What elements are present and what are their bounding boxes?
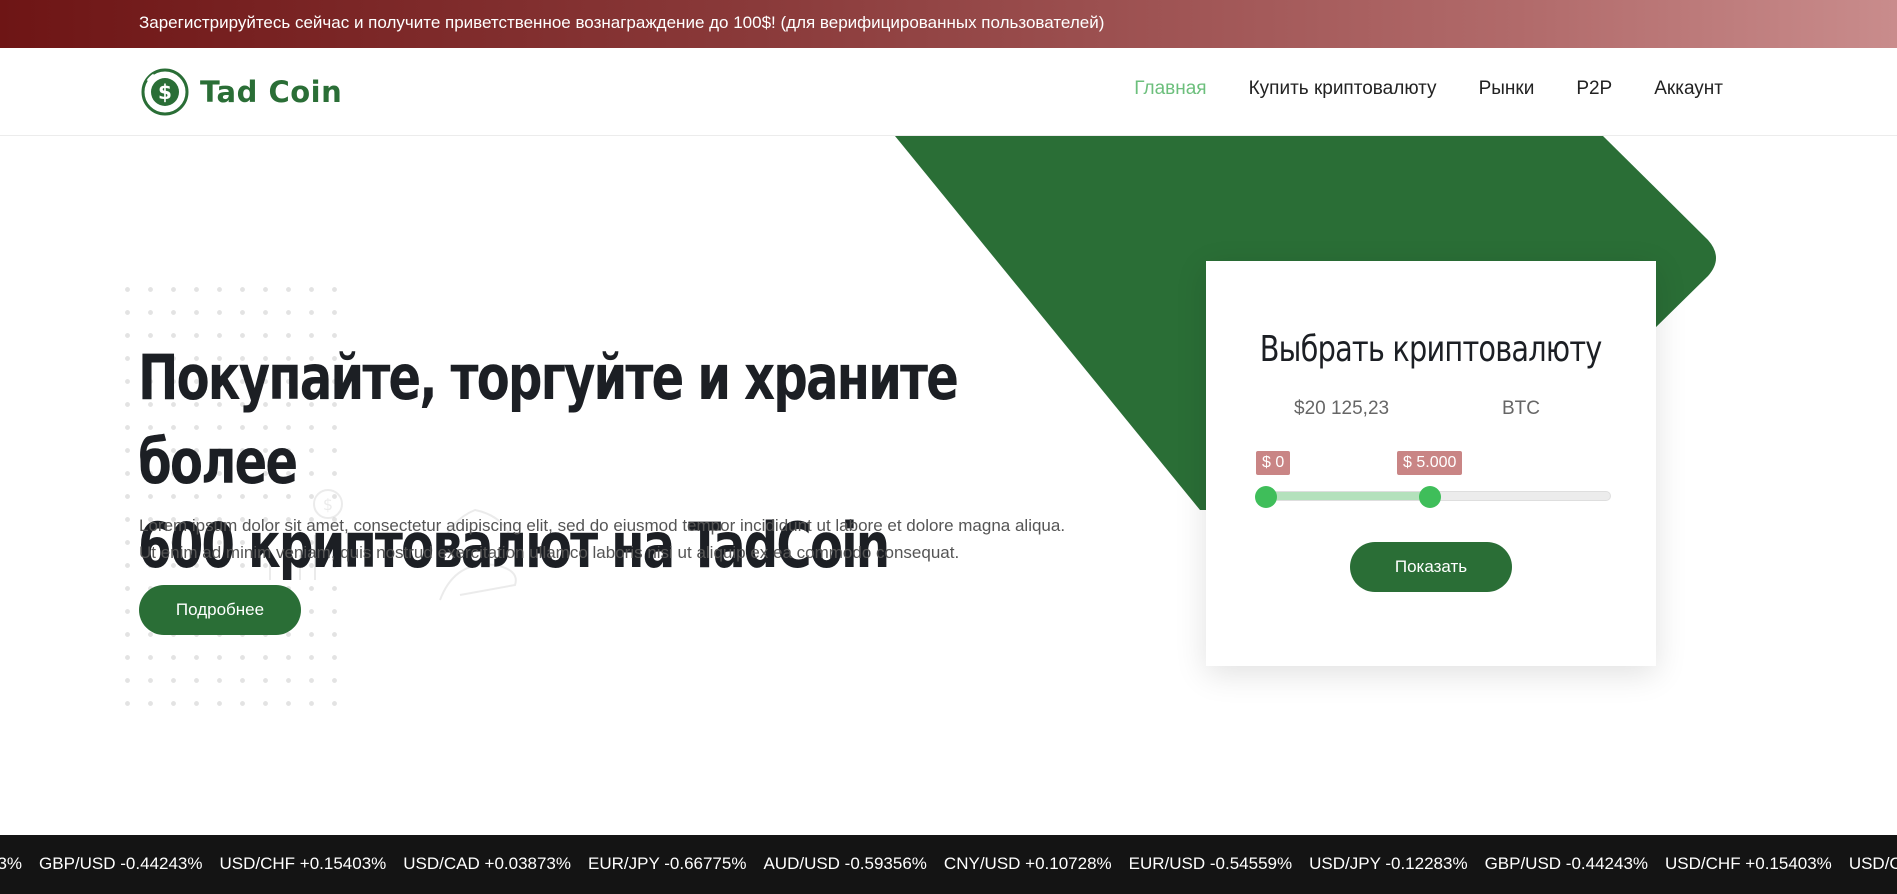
ticker-item: GBP/USD -0.44243%: [39, 854, 203, 873]
ticker-item: USD/CHF +0.15403%: [219, 854, 387, 873]
card-title-text: Выбрать криптовалюту: [1260, 329, 1603, 370]
range-min-label: $ 0: [1256, 451, 1291, 475]
price-range-fill: [1266, 492, 1430, 500]
ticker-item: USD/JPY -0.12283%: [1309, 854, 1468, 873]
ticker-item: CNY/USD +0.10728%: [943, 854, 1112, 873]
crypto-price: $20 125,23: [1294, 398, 1390, 419]
crypto-symbol[interactable]: BTC: [1502, 398, 1540, 420]
more-button[interactable]: Подробнее: [139, 585, 301, 635]
hero-title-line-1: Покупайте, торгуйте и храните более: [138, 341, 959, 498]
card-title: Выбрать криптовалюту: [1206, 329, 1656, 370]
range-max-handle[interactable]: [1419, 486, 1441, 508]
ticker-item: EUR/JPY -0.66775%: [588, 854, 747, 873]
ticker-item: USD/CHF +0.15403%: [1665, 854, 1832, 873]
crypto-select-card: Выбрать криптовалюту $20 125,23 BTC $ 0 …: [1206, 261, 1656, 666]
ticker-item: 33%: [0, 854, 23, 873]
ticker-item: AUD/USD -0.59356%: [763, 854, 927, 873]
ticker-item: USD/CAD +0.03873%: [403, 854, 572, 873]
hero-description: Lorem ipsum dolor sit amet, consectetur …: [139, 512, 1099, 566]
range-max-label: $ 5.000: [1397, 451, 1463, 475]
ticker-item: GBP/USD -0.44243%: [1484, 854, 1649, 873]
hero-description-line-1: Lorem ipsum dolor sit amet, consectetur …: [139, 516, 1066, 535]
ticker-item: EUR/USD -0.54559%: [1128, 854, 1293, 873]
range-min-handle[interactable]: [1255, 486, 1277, 508]
currency-ticker: 33% GBP/USD -0.44243% USD/CHF +0.15403% USD…: [0, 835, 1897, 894]
ticker-track: 33% GBP/USD -0.44243% USD/CHF +0.15403% USD…: [0, 854, 1897, 874]
show-button[interactable]: Показать: [1350, 542, 1512, 592]
ticker-item: USD/CAD +0.03873%: [1848, 854, 1897, 873]
hero-description-line-2: Ut enim ad minim veniam, quis nostrud ex…: [139, 543, 960, 562]
